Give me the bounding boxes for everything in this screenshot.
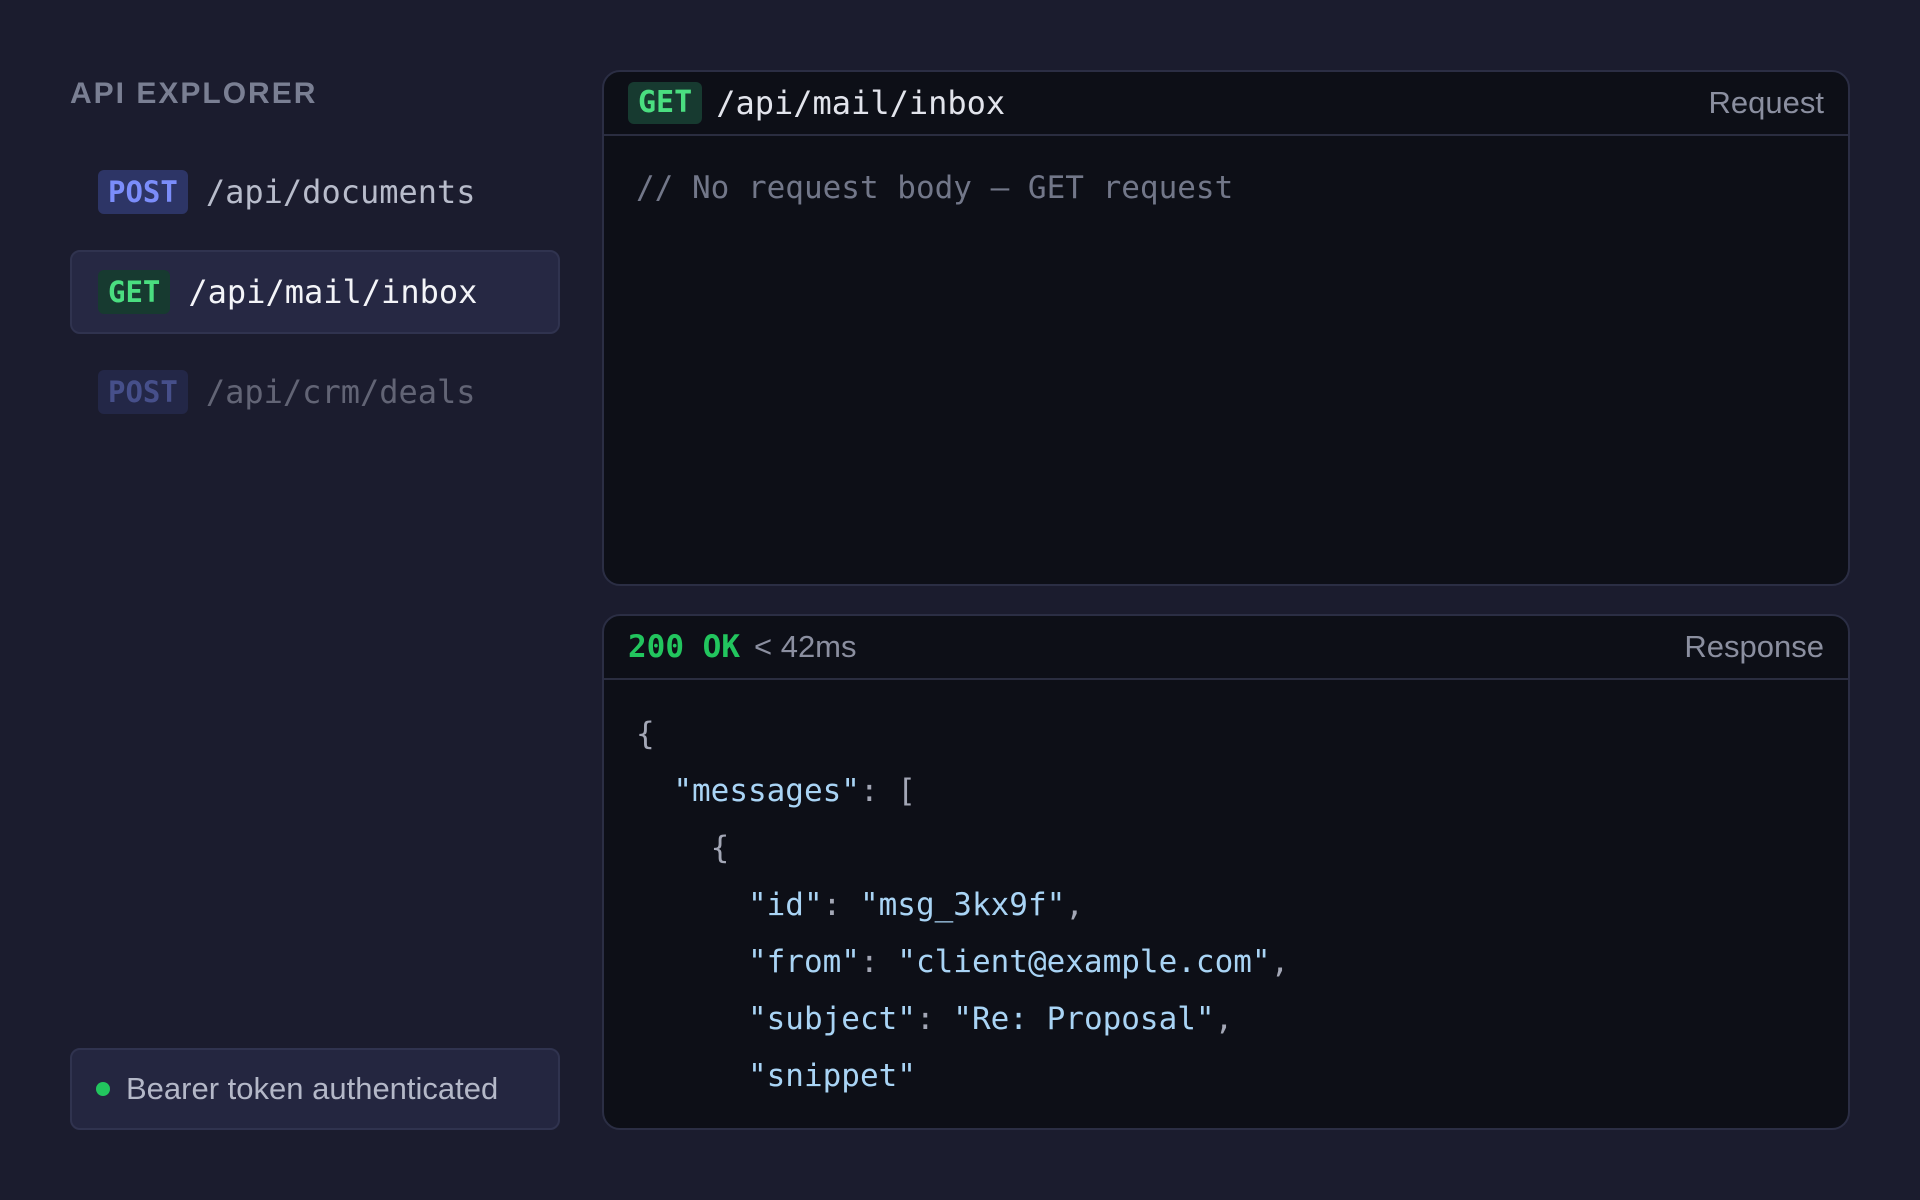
request-path: /api/mail/inbox — [716, 84, 1006, 122]
method-badge: POST — [98, 370, 188, 414]
response-time: < 42ms — [753, 629, 857, 664]
sidebar: API EXPLORER POST /api/documents GET /ap… — [70, 70, 560, 1130]
status-code: 200 OK — [628, 629, 740, 665]
endpoint-list: POST /api/documents GET /api/mail/inbox … — [70, 150, 560, 434]
endpoint-item-crm-deals[interactable]: POST /api/crm/deals — [70, 350, 560, 434]
request-body-editor[interactable]: // No request body — GET request — [604, 136, 1848, 240]
code-line: "snippet" — [747, 1058, 916, 1094]
response-panel: 200 OK < 42ms Response { "messages": [ {… — [602, 614, 1850, 1130]
code-line: "id": "msg_3kx9f", — [747, 887, 1084, 923]
code-line: { — [710, 830, 730, 866]
endpoint-path: /api/documents — [205, 173, 476, 211]
response-body: { "messages": [ { "id": "msg_3kx9f", "fr… — [604, 680, 1848, 1128]
request-panel: GET /api/mail/inbox Request // No reques… — [602, 70, 1850, 586]
endpoint-item-documents[interactable]: POST /api/documents — [70, 150, 560, 234]
code-line: "subject": "Re: Proposal", — [747, 1001, 1234, 1037]
response-header: 200 OK < 42ms Response — [604, 616, 1848, 680]
request-label: Request — [1708, 85, 1824, 120]
code-line: "messages": [ — [673, 773, 916, 809]
request-header: GET /api/mail/inbox Request — [604, 72, 1848, 136]
endpoint-path: /api/crm/deals — [205, 373, 476, 411]
auth-status-text: Bearer token authenticated — [126, 1071, 499, 1106]
request-method-badge: GET — [628, 82, 703, 124]
endpoint-item-mail-inbox[interactable]: GET /api/mail/inbox — [70, 250, 560, 334]
status-dot-icon — [96, 1082, 110, 1096]
method-badge: POST — [98, 170, 188, 214]
method-badge: GET — [98, 270, 171, 314]
auth-status-badge: Bearer token authenticated — [70, 1048, 560, 1130]
endpoint-path: /api/mail/inbox — [188, 273, 478, 311]
response-label: Response — [1684, 629, 1824, 664]
sidebar-title: API EXPLORER — [70, 77, 318, 110]
request-body-comment: // No request body — GET request — [636, 170, 1234, 206]
code-line: "from": "client@example.com", — [747, 944, 1290, 980]
code-line: { — [636, 716, 655, 752]
